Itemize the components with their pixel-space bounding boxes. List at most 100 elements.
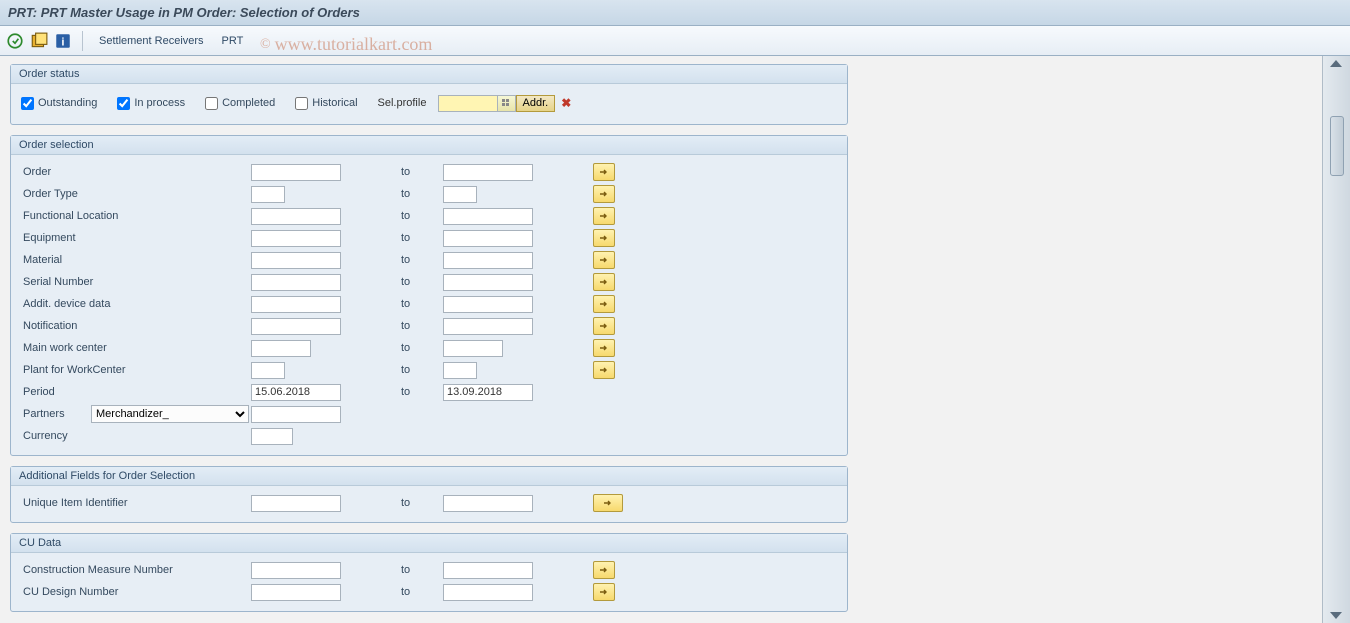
order-multi-select-button[interactable]: [593, 163, 615, 181]
main_wc-multi-select-button[interactable]: [593, 339, 615, 357]
toolbar: i Settlement Receivers PRT: [0, 26, 1350, 56]
func_loc-multi-select-button[interactable]: [593, 207, 615, 225]
serial-to-label: to: [401, 276, 443, 288]
completed-checkbox-input[interactable]: [205, 97, 218, 110]
notification-label: Notification: [21, 320, 251, 332]
selection-row-plant-wc: Plant for WorkCenterto: [21, 359, 837, 381]
selection-row-addit-dev: Addit. device datato: [21, 293, 837, 315]
partners-label: Partners: [21, 408, 91, 420]
vertical-scrollbar[interactable]: [1322, 56, 1350, 623]
equipment-multi-select-button[interactable]: [593, 229, 615, 247]
cm-num-label: Construction Measure Number: [21, 564, 251, 576]
main_wc-from-input[interactable]: [251, 340, 311, 357]
notification-multi-select-button[interactable]: [593, 317, 615, 335]
info-icon[interactable]: i: [54, 32, 72, 50]
cu-design-to-input[interactable]: [443, 584, 533, 601]
cm-num-from-input[interactable]: [251, 562, 341, 579]
completed-checkbox[interactable]: Completed: [205, 97, 275, 110]
func_loc-from-input[interactable]: [251, 208, 341, 225]
uii-multi-select-button[interactable]: [593, 494, 623, 512]
notification-to-label: to: [401, 320, 443, 332]
plant_wc-to-input[interactable]: [443, 362, 477, 379]
addr-button[interactable]: Addr.: [516, 95, 556, 112]
settlement-receivers-button[interactable]: Settlement Receivers: [93, 33, 210, 49]
equipment-from-input[interactable]: [251, 230, 341, 247]
cu-data-group: CU Data Construction Measure Number to C…: [10, 533, 848, 612]
variant-icon[interactable]: [30, 32, 48, 50]
func_loc-to-input[interactable]: [443, 208, 533, 225]
main_wc-to-input[interactable]: [443, 340, 503, 357]
partners-select[interactable]: Merchandizer_: [91, 405, 249, 423]
in-process-checkbox[interactable]: In process: [117, 97, 185, 110]
material-from-input[interactable]: [251, 252, 341, 269]
additional-fields-legend: Additional Fields for Order Selection: [11, 467, 847, 486]
notification-from-input[interactable]: [251, 318, 341, 335]
uii-label: Unique Item Identifier: [21, 497, 251, 509]
order-selection-legend: Order selection: [11, 136, 847, 155]
serial-to-input[interactable]: [443, 274, 533, 291]
serial-from-input[interactable]: [251, 274, 341, 291]
scroll-thumb[interactable]: [1330, 116, 1344, 176]
sel-profile-label: Sel.profile: [378, 97, 438, 109]
selection-row-equipment: Equipmentto: [21, 227, 837, 249]
addit_dev-multi-select-button[interactable]: [593, 295, 615, 313]
sel-profile-input[interactable]: [438, 95, 498, 112]
cm-num-to-label: to: [401, 564, 443, 576]
outstanding-checkbox-input[interactable]: [21, 97, 34, 110]
main_wc-to-label: to: [401, 342, 443, 354]
func_loc-label: Functional Location: [21, 210, 251, 222]
currency-input[interactable]: [251, 428, 293, 445]
addit_dev-label: Addit. device data: [21, 298, 251, 310]
cu-design-label: CU Design Number: [21, 586, 251, 598]
outstanding-checkbox[interactable]: Outstanding: [21, 97, 97, 110]
material-multi-select-button[interactable]: [593, 251, 615, 269]
selection-row-period: Periodto: [21, 381, 837, 403]
order_type-to-input[interactable]: [443, 186, 477, 203]
selection-row-currency: Currency: [21, 425, 837, 447]
delete-icon[interactable]: ✖: [561, 96, 571, 110]
period-to-input[interactable]: [443, 384, 533, 401]
addit_dev-from-input[interactable]: [251, 296, 341, 313]
addit_dev-to-input[interactable]: [443, 296, 533, 313]
order-to-input[interactable]: [443, 164, 533, 181]
scroll-down-icon[interactable]: [1330, 612, 1342, 619]
prt-button[interactable]: PRT: [216, 33, 250, 49]
execute-icon[interactable]: [6, 32, 24, 50]
svg-text:i: i: [61, 36, 64, 48]
material-to-label: to: [401, 254, 443, 266]
historical-checkbox[interactable]: Historical: [295, 97, 357, 110]
order_type-from-input[interactable]: [251, 186, 285, 203]
selection-row-main-wc: Main work centerto: [21, 337, 837, 359]
cu-design-from-input[interactable]: [251, 584, 341, 601]
sel-profile-f4-icon[interactable]: [498, 95, 516, 112]
uii-to-input[interactable]: [443, 495, 533, 512]
equipment-to-label: to: [401, 232, 443, 244]
material-label: Material: [21, 254, 251, 266]
in-process-checkbox-input[interactable]: [117, 97, 130, 110]
order-from-input[interactable]: [251, 164, 341, 181]
notification-to-input[interactable]: [443, 318, 533, 335]
period-to-label: to: [401, 386, 443, 398]
cm-num-to-input[interactable]: [443, 562, 533, 579]
serial-multi-select-button[interactable]: [593, 273, 615, 291]
uii-from-input[interactable]: [251, 495, 341, 512]
cu-data-legend: CU Data: [11, 534, 847, 553]
selection-row-func-loc: Functional Locationto: [21, 205, 837, 227]
order-selection-group: Order selection OrdertoOrder TypetoFunct…: [10, 135, 848, 456]
material-to-input[interactable]: [443, 252, 533, 269]
plant_wc-label: Plant for WorkCenter: [21, 364, 251, 376]
partners-input[interactable]: [251, 406, 341, 423]
cu-design-multi-select-button[interactable]: [593, 583, 615, 601]
order_type-to-label: to: [401, 188, 443, 200]
period-from-input[interactable]: [251, 384, 341, 401]
serial-label: Serial Number: [21, 276, 251, 288]
historical-checkbox-input[interactable]: [295, 97, 308, 110]
plant_wc-multi-select-button[interactable]: [593, 361, 615, 379]
plant_wc-from-input[interactable]: [251, 362, 285, 379]
cm-num-multi-select-button[interactable]: [593, 561, 615, 579]
order-status-group: Order status Outstanding In process Comp…: [10, 64, 848, 125]
order_type-multi-select-button[interactable]: [593, 185, 615, 203]
equipment-to-input[interactable]: [443, 230, 533, 247]
selection-row-partners: PartnersMerchandizer_: [21, 403, 837, 425]
scroll-up-icon[interactable]: [1330, 60, 1342, 67]
